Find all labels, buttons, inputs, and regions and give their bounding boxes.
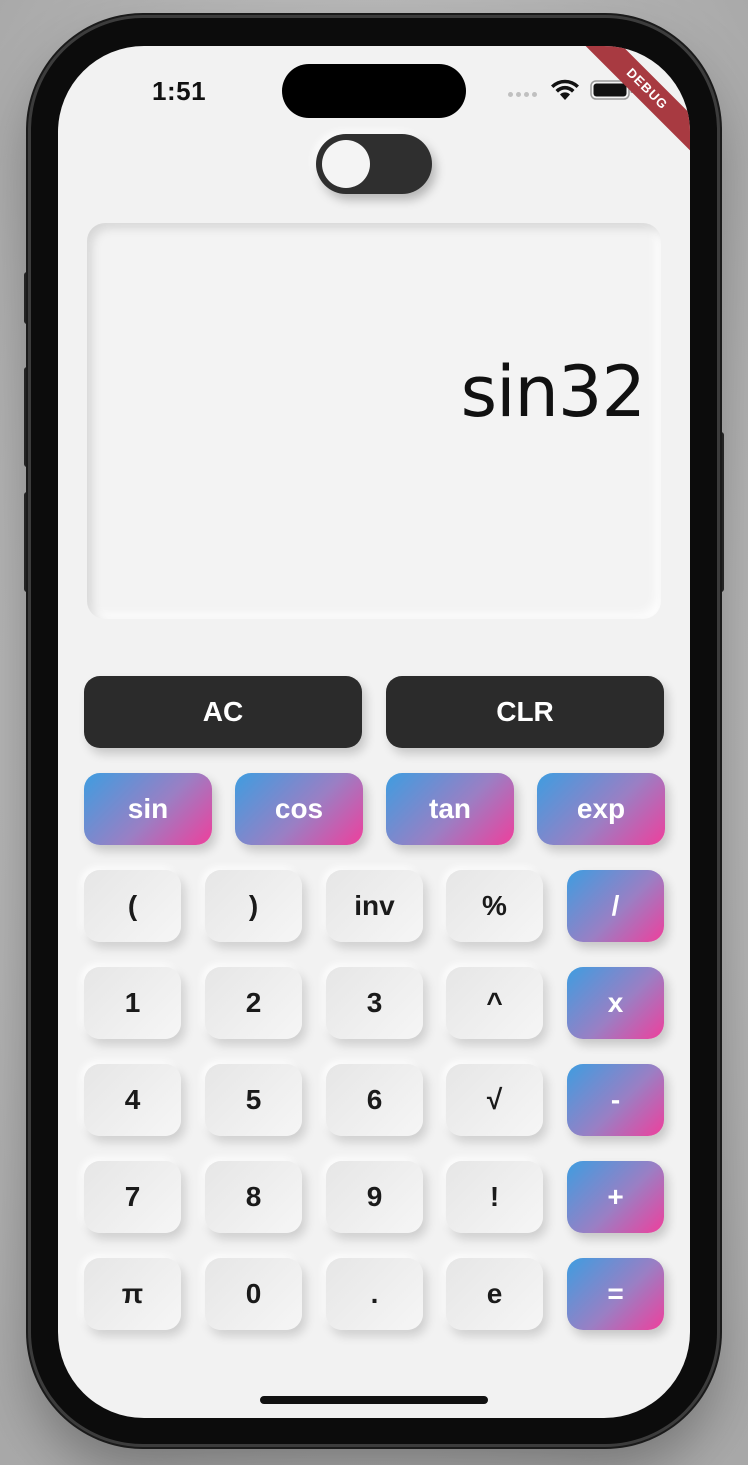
digit-3-button[interactable]: 3 [326, 967, 423, 1039]
power-button[interactable]: ^ [446, 967, 543, 1039]
multiply-button[interactable]: x [567, 967, 664, 1039]
sin-button[interactable]: sin [84, 773, 212, 845]
square-root-button[interactable]: √ [446, 1064, 543, 1136]
cellular-signal-icon [508, 92, 542, 100]
digit-9-button[interactable]: 9 [326, 1161, 423, 1233]
debug-banner: DEBUG [577, 46, 690, 159]
dynamic-island [282, 64, 466, 118]
digit-2-button[interactable]: 2 [205, 967, 302, 1039]
calculator-display: sin32 [87, 223, 661, 619]
euler-e-button[interactable]: e [446, 1258, 543, 1330]
digit-0-button[interactable]: 0 [205, 1258, 302, 1330]
clear-button[interactable]: CLR [386, 676, 664, 748]
equals-button[interactable]: = [567, 1258, 664, 1330]
digit-6-button[interactable]: 6 [326, 1064, 423, 1136]
digit-4-button[interactable]: 4 [84, 1064, 181, 1136]
theme-toggle[interactable] [316, 134, 432, 194]
pi-button[interactable]: π [84, 1258, 181, 1330]
close-paren-button[interactable]: ) [205, 870, 302, 942]
expression-text: sin32 [460, 351, 646, 433]
subtract-button[interactable]: - [567, 1064, 664, 1136]
open-paren-button[interactable]: ( [84, 870, 181, 942]
divide-button[interactable]: / [567, 870, 664, 942]
cos-button[interactable]: cos [235, 773, 363, 845]
all-clear-button[interactable]: AC [84, 676, 362, 748]
exp-button[interactable]: exp [537, 773, 665, 845]
digit-7-button[interactable]: 7 [84, 1161, 181, 1233]
percent-button[interactable]: % [446, 870, 543, 942]
digit-8-button[interactable]: 8 [205, 1161, 302, 1233]
tan-button[interactable]: tan [386, 773, 514, 845]
status-time: 1:51 [152, 76, 207, 106]
add-button[interactable]: + [567, 1161, 664, 1233]
decimal-point-button[interactable]: . [326, 1258, 423, 1330]
app-screen: 1:51 DEBUG sin32 AC CLR sin cos tan exp [58, 46, 690, 1418]
digit-1-button[interactable]: 1 [84, 967, 181, 1039]
factorial-button[interactable]: ! [446, 1161, 543, 1233]
phone-frame: 1:51 DEBUG sin32 AC CLR sin cos tan exp [31, 18, 717, 1444]
toggle-knob [322, 140, 370, 188]
home-indicator[interactable] [260, 1396, 488, 1404]
power-button [716, 432, 724, 592]
wifi-icon [551, 79, 579, 100]
digit-5-button[interactable]: 5 [205, 1064, 302, 1136]
inverse-button[interactable]: inv [326, 870, 423, 942]
